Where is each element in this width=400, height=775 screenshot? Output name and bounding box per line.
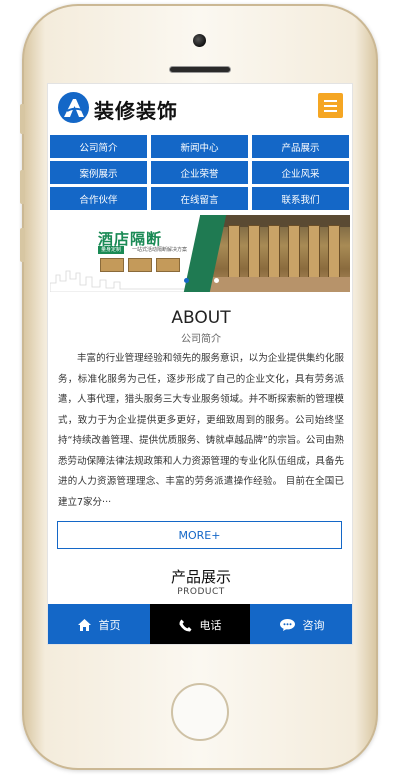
logo-icon[interactable] bbox=[58, 92, 89, 123]
mobile-screen: 装修装饰 公司简介 新闻中心 产品展示 案例展示 企业荣誉 企业风采 合作伙伴 … bbox=[47, 83, 353, 645]
hero-banner[interactable]: 酒店隔断 量身定制 一站式活动隔断解决方案 bbox=[50, 215, 350, 292]
partition-panel bbox=[308, 225, 320, 280]
front-camera bbox=[193, 34, 206, 47]
product-swatch bbox=[156, 258, 180, 272]
volume-up-button bbox=[20, 170, 25, 204]
carousel-dot[interactable] bbox=[214, 278, 219, 283]
products-subheading: PRODUCT bbox=[177, 587, 225, 597]
consult-button[interactable]: 咨询 bbox=[250, 604, 352, 644]
product-swatch bbox=[100, 258, 124, 272]
nav-item-message[interactable]: 在线留言 bbox=[151, 187, 248, 210]
nav-item-about[interactable]: 公司简介 bbox=[50, 135, 147, 158]
home-icon bbox=[77, 619, 91, 631]
more-button[interactable]: MORE+ bbox=[57, 521, 342, 549]
about-heading: ABOUT bbox=[171, 308, 231, 328]
nav-item-cases[interactable]: 案例展示 bbox=[50, 161, 147, 184]
carousel-dot-active[interactable] bbox=[184, 278, 189, 283]
mute-switch bbox=[20, 104, 25, 134]
main-nav: 公司简介 新闻中心 产品展示 案例展示 企业荣誉 企业风采 合作伙伴 在线留言 … bbox=[50, 135, 349, 210]
site-title[interactable]: 装修装饰 bbox=[94, 95, 178, 124]
product-swatch bbox=[128, 258, 152, 272]
banner-subtitle: 一站式活动隔断解决方案 bbox=[132, 247, 188, 253]
about-subheading: 公司简介 bbox=[181, 334, 221, 345]
bottom-action-bar: 首页 电话 咨询 bbox=[48, 604, 352, 644]
home-button[interactable]: 首页 bbox=[48, 604, 150, 644]
nav-item-honors[interactable]: 企业荣誉 bbox=[151, 161, 248, 184]
partition-panel bbox=[248, 225, 260, 280]
nav-item-partners[interactable]: 合作伙伴 bbox=[50, 187, 147, 210]
hamburger-menu-icon[interactable] bbox=[318, 93, 343, 118]
home-hardware-button[interactable] bbox=[171, 683, 229, 741]
phone-icon bbox=[178, 619, 192, 632]
partition-panel bbox=[268, 225, 280, 280]
nav-item-contact[interactable]: 联系我们 bbox=[252, 187, 349, 210]
nav-item-style[interactable]: 企业风采 bbox=[252, 161, 349, 184]
consult-label: 咨询 bbox=[302, 619, 325, 632]
chat-bubble-icon bbox=[279, 619, 295, 631]
partition-panel bbox=[328, 225, 340, 280]
home-label: 首页 bbox=[98, 619, 121, 632]
site-header: 装修装饰 bbox=[48, 84, 352, 129]
banner-tag: 量身定制 bbox=[98, 246, 125, 254]
phone-label: 电话 bbox=[199, 619, 222, 632]
nav-item-news[interactable]: 新闻中心 bbox=[151, 135, 248, 158]
banner-floor bbox=[200, 277, 350, 292]
nav-item-products[interactable]: 产品展示 bbox=[252, 135, 349, 158]
phone-button[interactable]: 电话 bbox=[150, 604, 250, 644]
about-body-text: 丰富的行业管理经验和领先的服务意识，以为企业提供集约化服务，标准化服务为己任，逐… bbox=[58, 353, 344, 508]
products-heading: 产品展示 bbox=[170, 568, 231, 586]
partition-panel bbox=[288, 225, 300, 280]
volume-down-button bbox=[20, 228, 25, 262]
partition-panel bbox=[228, 225, 240, 280]
earpiece-speaker bbox=[169, 66, 231, 73]
